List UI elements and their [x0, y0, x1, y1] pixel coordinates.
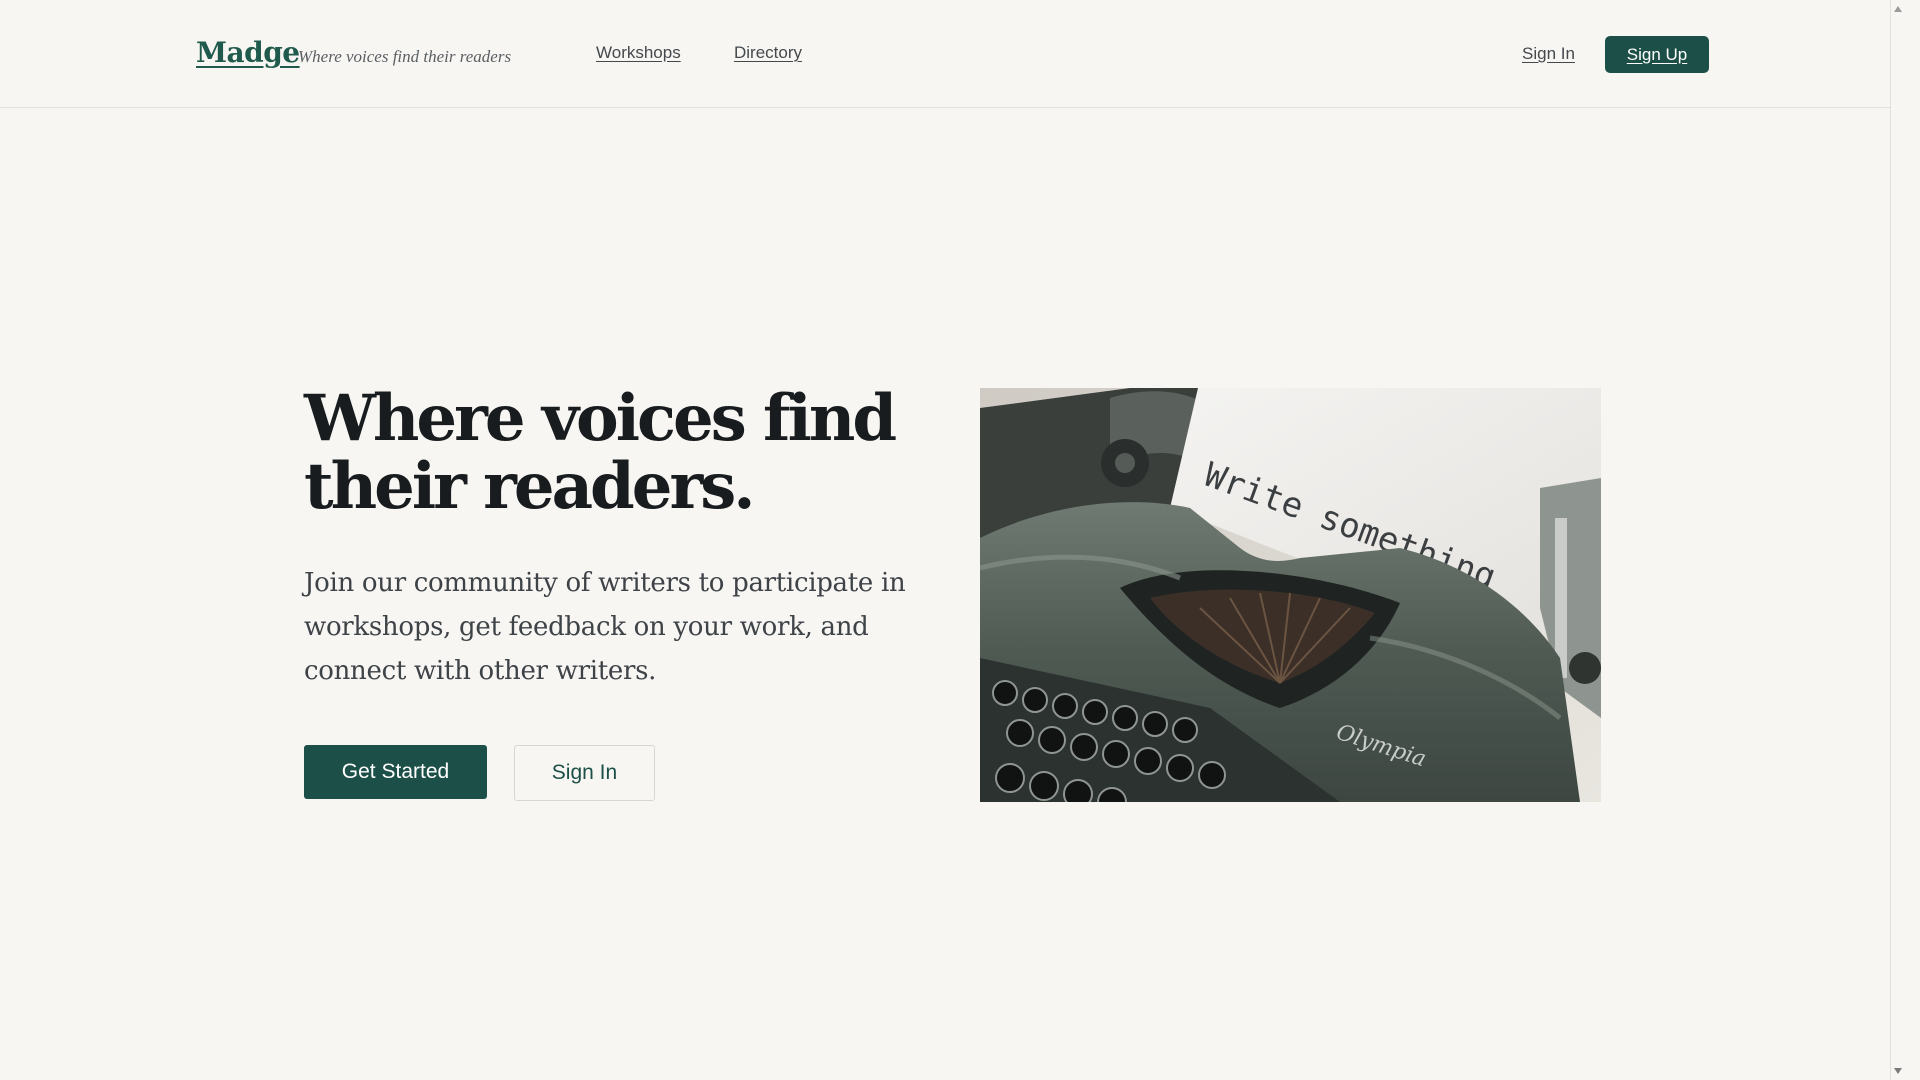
typewriter-image: Write something Olympia	[980, 388, 1601, 802]
hero-title: Where voices find their readers.	[304, 385, 924, 521]
hero-sign-in-button[interactable]: Sign In	[514, 745, 655, 801]
tagline: Where voices find their readers	[298, 47, 512, 66]
page: Madge Where voices find their readers Wo…	[0, 0, 1905, 1080]
sign-up-label: Sign Up	[1626, 44, 1688, 64]
nav-workshops-link[interactable]: Workshops	[596, 43, 681, 63]
site-header: Madge Where voices find their readers Wo…	[0, 0, 1905, 108]
hero-title-line-1: Where voices find	[304, 381, 897, 456]
hero-subtitle: Join our community of writers to partici…	[304, 568, 906, 686]
sign-up-button[interactable]: Sign Up	[1605, 36, 1709, 73]
hero-title-line-2: their readers.	[304, 449, 756, 524]
nav-directory-link[interactable]: Directory	[734, 43, 802, 63]
logo-link[interactable]: Madge	[196, 36, 300, 69]
get-started-button[interactable]: Get Started	[304, 745, 487, 799]
scroll-up-icon[interactable]	[1894, 6, 1902, 12]
header-sign-in-link[interactable]: Sign In	[1522, 44, 1575, 64]
scroll-down-icon[interactable]	[1894, 1068, 1902, 1074]
vertical-scrollbar[interactable]	[1890, 0, 1905, 1080]
